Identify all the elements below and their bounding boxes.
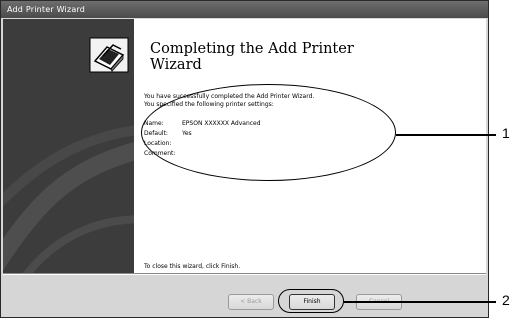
callout-leader-1	[396, 134, 496, 136]
wizard-banner	[3, 19, 134, 273]
finish-callout-ring	[278, 289, 344, 313]
close-instruction: To close this wizard, click Finish.	[144, 263, 241, 270]
printer-wizard-icon	[89, 37, 129, 73]
callout-leader-2	[344, 301, 496, 303]
window-title: Add Printer Wizard	[1, 1, 488, 18]
settings-callout-ring	[141, 84, 396, 181]
back-button[interactable]: < Back	[228, 294, 274, 310]
callout-number-1: 1	[502, 125, 510, 141]
callout-number-2: 2	[502, 292, 510, 308]
heading-line-1: Completing the Add Printer	[150, 41, 354, 57]
page-heading: Completing the Add Printer Wizard	[150, 41, 450, 73]
button-bar-separator	[3, 273, 486, 275]
figure: Add Printer Wizard Completing the Add Pr…	[0, 0, 519, 326]
heading-line-2: Wizard	[150, 57, 202, 73]
